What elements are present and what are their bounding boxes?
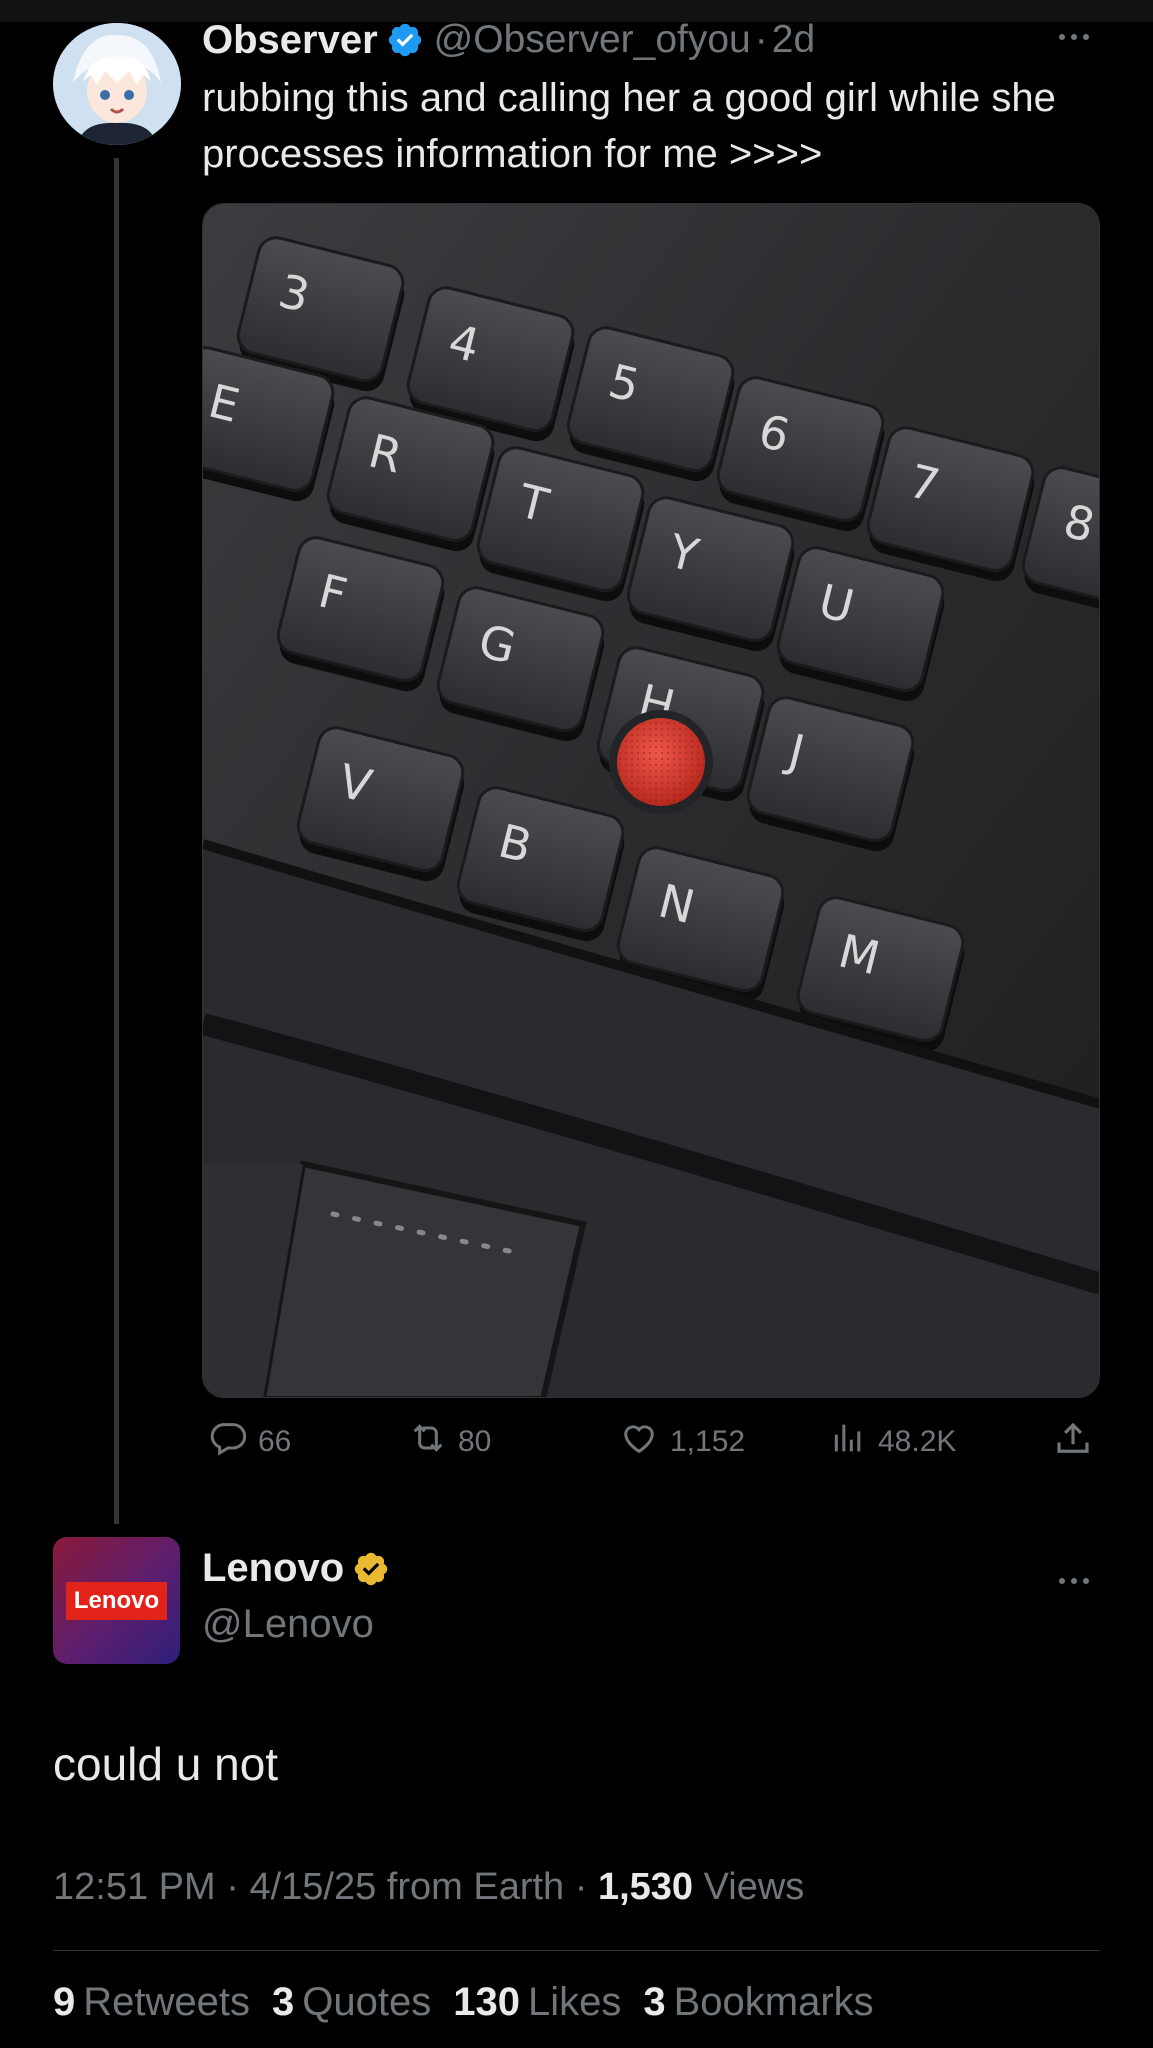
reply-views-label: Views: [703, 1866, 805, 1908]
reply-source: from Earth: [386, 1866, 565, 1908]
reply-more-icon[interactable]: [1054, 1558, 1094, 1600]
stat-retweets[interactable]: 9 Retweets: [53, 1980, 250, 2025]
stat-likes[interactable]: 130 Likes: [453, 1980, 621, 2025]
stat-label: Retweets: [83, 1980, 250, 2024]
reply-meta: 12:51 PM · 4/15/25 from Earth · 1,530 Vi…: [53, 1866, 804, 1909]
stat-count: 3: [643, 1980, 666, 2024]
reply-header: Lenovo: [202, 1546, 400, 1591]
reply-icon: [208, 1418, 258, 1466]
keyboard-photo-illustration: 345678ERTYUFGHJVBNM: [203, 204, 1099, 1397]
verified-badge-icon: [386, 21, 424, 59]
stat-count: 3: [272, 1980, 295, 2024]
retweet-count: 80: [458, 1425, 492, 1458]
stat-label: Quotes: [302, 1980, 432, 2024]
reply-date[interactable]: 4/15/25: [249, 1866, 376, 1908]
like-button[interactable]: 1,152: [618, 1418, 745, 1466]
reply-count: 66: [258, 1425, 292, 1458]
lenovo-logo: Lenovo: [65, 1581, 168, 1620]
tweet-text: rubbing this and calling her a good girl…: [202, 76, 1056, 176]
separator-dot: ·: [226, 1866, 239, 1908]
tweet-photo[interactable]: 345678ERTYUFGHJVBNM: [202, 203, 1100, 1398]
views-count: 48.2K: [878, 1425, 957, 1458]
reply-author-name[interactable]: Lenovo: [202, 1546, 344, 1591]
share-icon: [1052, 1418, 1104, 1468]
author-handle[interactable]: @Observer_ofyou: [434, 18, 751, 62]
author-name[interactable]: Observer: [202, 18, 378, 63]
engagement-stats: 9 Retweets 3 Quotes 130 Likes 3 Bookmarks: [53, 1980, 874, 2025]
separator-dot: ·: [574, 1866, 588, 1908]
views-icon: [828, 1418, 878, 1466]
reply-view-count: 1,530: [597, 1866, 694, 1908]
stat-quotes[interactable]: 3 Quotes: [272, 1980, 431, 2025]
thread-connector: [114, 158, 119, 1524]
more-icon[interactable]: [1054, 14, 1094, 56]
divider: [53, 1950, 1100, 1951]
stat-count: 9: [53, 1980, 76, 2024]
stat-bookmarks[interactable]: 3 Bookmarks: [643, 1980, 873, 2025]
lenovo-avatar[interactable]: Lenovo: [53, 1537, 180, 1664]
reply-text: could u not: [53, 1738, 279, 1790]
share-button[interactable]: [1052, 1418, 1104, 1468]
reply-button[interactable]: 66: [208, 1418, 291, 1466]
like-count: 1,152: [670, 1425, 746, 1458]
like-icon: [618, 1418, 670, 1466]
retweet-icon: [408, 1418, 458, 1466]
tweet-age[interactable]: 2d: [772, 18, 815, 62]
verified-gold-badge-icon: [352, 1550, 390, 1588]
reply-time[interactable]: 12:51 PM: [53, 1866, 216, 1908]
stat-label: Bookmarks: [673, 1980, 874, 2024]
reply-author-handle[interactable]: @Lenovo: [202, 1602, 374, 1647]
retweet-button[interactable]: 80: [408, 1418, 491, 1466]
views-button[interactable]: 48.2K: [828, 1418, 956, 1466]
separator-dot: ·: [754, 18, 768, 61]
tweet-header: Observer @Observer_ofyou · 2d: [202, 14, 815, 66]
tweet-action-bar: 66 80 1,152 48.2K: [202, 1418, 1100, 1468]
stat-label: Likes: [527, 1980, 622, 2024]
stat-count: 130: [453, 1980, 520, 2024]
observer-avatar[interactable]: [53, 23, 181, 145]
